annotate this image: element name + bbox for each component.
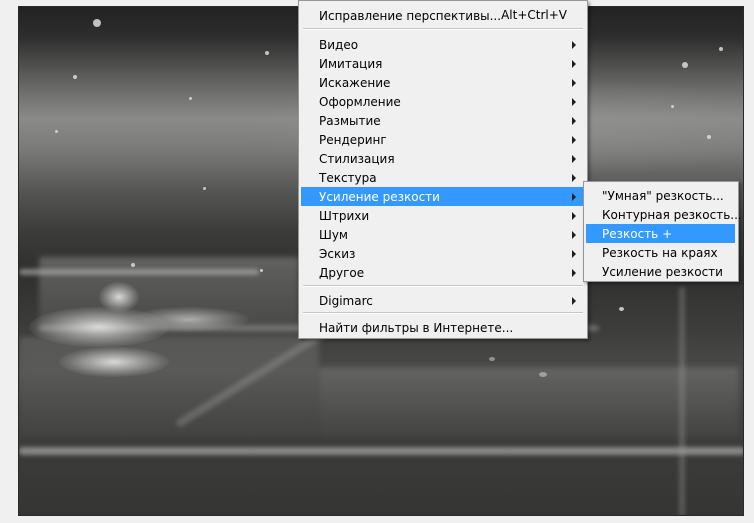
submenu-item-label: "Умная" резкость... <box>602 188 724 203</box>
menu-item-sharpen[interactable]: Усиление резкости <box>301 187 585 206</box>
submenu-arrow-icon <box>572 136 576 144</box>
rain-drop <box>189 97 192 100</box>
menu-item-distortion[interactable]: Искажение <box>301 73 585 92</box>
submenu-arrow-icon <box>572 193 576 201</box>
rain-drop <box>131 263 135 267</box>
pavement-seam <box>679 287 685 515</box>
submenu-item-smart-sharpen[interactable]: "Умная" резкость... <box>586 186 735 205</box>
submenu-item-sharpen-edges[interactable]: Резкость на краях <box>586 243 735 262</box>
menu-item-label: Имитация <box>319 56 383 71</box>
menu-item-stylize[interactable]: Стилизация <box>301 149 585 168</box>
menu-item-label: Шум <box>319 227 348 242</box>
submenu-arrow-icon <box>572 297 576 305</box>
menu-item-blur[interactable]: Размытие <box>301 111 585 130</box>
submenu-arrow-icon <box>572 60 576 68</box>
menu-item-label: Искажение <box>319 75 391 90</box>
menu-item-label: Рендеринг <box>319 132 387 147</box>
submenu-item-label: Резкость + <box>602 226 673 241</box>
menu-item-label: Усиление резкости <box>319 189 440 204</box>
submenu-arrow-icon <box>572 117 576 125</box>
submenu-item-unsharp-mask[interactable]: Контурная резкость... <box>586 205 742 224</box>
rain-drop <box>619 307 624 311</box>
menu-item-browse-filters-online[interactable]: Найти фильтры в Интернете... <box>301 318 585 337</box>
rain-drop <box>93 19 101 27</box>
menu-item-label: Размытие <box>319 113 381 128</box>
menu-item-texture[interactable]: Текстура <box>301 168 585 187</box>
submenu-arrow-icon <box>572 212 576 220</box>
rain-drop <box>671 105 674 108</box>
filter-menu: Исправление перспективы... Alt+Ctrl+V Ви… <box>298 0 588 339</box>
menu-item-label: Оформление <box>319 94 401 109</box>
menu-separator <box>303 28 583 30</box>
menu-separator <box>303 312 583 314</box>
submenu-arrow-icon <box>572 174 576 182</box>
submenu-arrow-icon <box>572 269 576 277</box>
submenu-item-sharpen-more[interactable]: Резкость + <box>586 224 735 243</box>
rain-drop <box>707 135 711 139</box>
menu-item-sketch[interactable]: Эскиз <box>301 244 585 263</box>
rain-drop <box>73 75 77 79</box>
menu-item-brush-strokes[interactable]: Штрихи <box>301 206 585 225</box>
menu-item-label: Исправление перспективы... <box>319 8 502 23</box>
submenu-item-label: Контурная резкость... <box>602 207 742 222</box>
menu-item-label: Видео <box>319 37 359 52</box>
menu-item-label: Текстура <box>319 170 377 185</box>
menu-item-label: Стилизация <box>319 151 395 166</box>
menu-item-label: Найти фильтры в Интернете... <box>319 320 514 335</box>
submenu-arrow-icon <box>572 250 576 258</box>
menu-item-digimarc[interactable]: Digimarc <box>301 291 585 310</box>
rain-drop <box>265 51 269 55</box>
water-splash <box>99 282 139 312</box>
submenu-item-label: Резкость на краях <box>602 245 718 260</box>
pavement-slab <box>19 337 319 437</box>
rain-drop <box>55 130 58 133</box>
shortcut-label: Alt+Ctrl+V <box>501 8 567 22</box>
menu-item-label: Другое <box>319 265 365 280</box>
submenu-arrow-icon <box>572 231 576 239</box>
pavement-seam <box>19 447 743 455</box>
rain-drop <box>260 269 263 272</box>
submenu-arrow-icon <box>572 98 576 106</box>
menu-item-decoration[interactable]: Оформление <box>301 92 585 111</box>
sharpen-submenu: "Умная" резкость... Контурная резкость..… <box>583 181 742 282</box>
menu-item-label: Эскиз <box>319 246 356 261</box>
menu-item-imitation[interactable]: Имитация <box>301 54 585 73</box>
menu-separator <box>303 285 583 287</box>
pavement-slab <box>319 367 739 437</box>
water-splash <box>59 347 169 377</box>
menu-item-label: Штрихи <box>319 208 370 223</box>
submenu-item-sharpen[interactable]: Усиление резкости <box>586 262 735 281</box>
rain-drop <box>682 62 688 68</box>
submenu-arrow-icon <box>572 79 576 87</box>
submenu-item-label: Усиление резкости <box>602 264 723 279</box>
menu-item-render[interactable]: Рендеринг <box>301 130 585 149</box>
menu-item-video[interactable]: Видео <box>301 35 585 54</box>
rain-drop <box>489 357 495 361</box>
water-splash <box>129 307 249 332</box>
submenu-arrow-icon <box>572 155 576 163</box>
menu-item-noise[interactable]: Шум <box>301 225 585 244</box>
pavement-seam <box>19 269 259 275</box>
menu-item-label: Digimarc <box>319 293 373 308</box>
menu-item-other[interactable]: Другое <box>301 263 585 282</box>
rain-drop <box>719 47 723 51</box>
rain-drop <box>539 372 547 377</box>
rain-drop <box>203 187 206 190</box>
submenu-arrow-icon <box>572 41 576 49</box>
menu-item-perspective-correction[interactable]: Исправление перспективы... Alt+Ctrl+V <box>301 6 585 25</box>
